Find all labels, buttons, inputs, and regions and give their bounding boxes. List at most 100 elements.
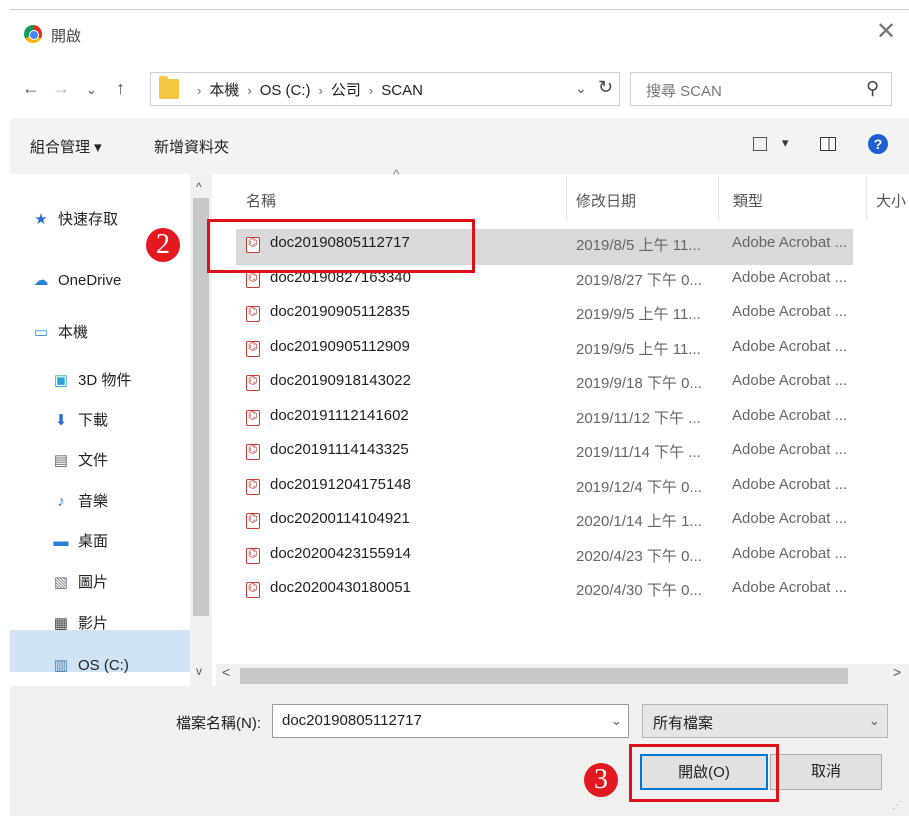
- file-modified-date: 2020/4/30 下午 0...: [576, 582, 702, 599]
- file-modified-date: 2020/4/23 下午 0...: [576, 547, 702, 565]
- file-row[interactable]: doc20200423155914 2020/4/23 下午 0... Adobe …: [246, 543, 856, 573]
- file-modified-date: 2019/11/12 下午 ...: [576, 409, 701, 427]
- sidebar-item-label: OS (C:): [78, 657, 129, 674]
- organize-button[interactable]: 組合管理 ▾: [30, 136, 102, 157]
- filename-input[interactable]: doc20190805112717 ⌄: [272, 704, 629, 738]
- sidebar-item-label: 快速存取: [58, 211, 119, 228]
- file-name: doc20191114143325: [270, 441, 409, 458]
- file-modified-date: 2019/8/27 下午 0...: [576, 271, 702, 289]
- chrome-icon: [24, 25, 42, 43]
- file-name: doc20200423155914: [270, 544, 411, 562]
- sidebar-item-videos[interactable]: ▦ 影片: [50, 612, 108, 636]
- file-name: doc20191204175148: [270, 475, 411, 493]
- column-header-size[interactable]: 大小: [876, 190, 909, 211]
- file-row[interactable]: doc20190918143022 2019/9/18 下午 0... Adobe …: [246, 370, 856, 400]
- file-type: Adobe Acrobat ...: [732, 510, 848, 527]
- pictures-icon: ▧: [53, 574, 69, 591]
- sidebar-item-documents[interactable]: ▤ 文件: [50, 449, 108, 473]
- pdf-file-icon: [246, 547, 260, 564]
- horizontal-scrollbar-thumb[interactable]: [240, 668, 848, 684]
- filename-value: doc20190805112717: [282, 712, 422, 729]
- search-icon[interactable]: ⚲: [866, 78, 879, 99]
- sidebar-item-pictures[interactable]: ▧ 圖片: [50, 571, 108, 595]
- scroll-left-icon[interactable]: <: [222, 664, 230, 680]
- file-row[interactable]: doc20200430180051 2020/4/30 下午 0... Adobe …: [246, 577, 856, 607]
- file-name: doc20200114104921: [270, 510, 410, 527]
- breadcrumb-item-company[interactable]: 公司: [331, 82, 361, 99]
- step-3-badge: 3: [584, 763, 618, 797]
- pdf-file-icon: [246, 340, 260, 357]
- file-type: Adobe Acrobat ...: [732, 544, 848, 562]
- column-separator[interactable]: [718, 176, 719, 220]
- highlight-box-step-3: [629, 744, 779, 802]
- address-dropdown-icon[interactable]: ⌄: [575, 80, 587, 97]
- file-name: doc20190905112835: [270, 303, 410, 320]
- view-options-icon[interactable]: [753, 137, 767, 151]
- sidebar-item-music[interactable]: ♪ 音樂: [50, 490, 108, 514]
- file-type: Adobe Acrobat ...: [732, 372, 848, 389]
- column-separator[interactable]: [866, 176, 867, 220]
- file-row[interactable]: doc20191112141602 2019/11/12 下午 ... Adobe …: [246, 405, 856, 435]
- file-type: Adobe Acrobat ...: [732, 337, 848, 355]
- column-header-type[interactable]: 類型: [733, 190, 763, 211]
- file-row[interactable]: doc20190905112835 2019/9/5 上午 11... Adobe …: [246, 301, 856, 331]
- view-dropdown-icon[interactable]: ▾: [782, 135, 789, 151]
- 3d-objects-icon: ▣: [53, 372, 69, 389]
- file-name: doc20191112141602: [270, 406, 409, 424]
- sidebar-item-label: OneDrive: [58, 272, 122, 289]
- file-modified-date: 2019/8/5 上午 11...: [576, 237, 701, 254]
- scroll-right-icon[interactable]: >: [893, 664, 901, 680]
- drive-c-icon: ▥: [53, 657, 69, 674]
- onedrive-icon: ☁: [33, 272, 49, 289]
- recent-locations-chevron-icon[interactable]: ⌄: [86, 82, 97, 98]
- filetype-select[interactable]: 所有檔案 ⌄: [642, 704, 888, 738]
- column-header-date[interactable]: 修改日期: [576, 190, 636, 211]
- sidebar-item-desktop[interactable]: ▬ 桌面: [50, 530, 109, 554]
- filename-dropdown-icon[interactable]: ⌄: [611, 713, 622, 729]
- sidebar-item-this-pc[interactable]: ▭ 本機: [30, 321, 88, 345]
- new-folder-button[interactable]: 新增資料夾: [154, 136, 229, 157]
- highlight-box-step-2: [207, 219, 475, 273]
- column-header-name[interactable]: 名稱: [246, 190, 276, 211]
- pdf-file-icon: [246, 305, 260, 322]
- music-icon: ♪: [57, 493, 65, 510]
- breadcrumb-item-drive[interactable]: OS (C:): [260, 82, 311, 99]
- file-row[interactable]: doc20200114104921 2020/1/14 上午 1... Adobe …: [246, 508, 856, 538]
- search-input[interactable]: 搜尋 SCAN ⚲: [630, 72, 892, 106]
- up-arrow-icon[interactable]: ↑: [116, 78, 125, 99]
- toolbar: [10, 118, 909, 174]
- breadcrumb-item-this-pc[interactable]: 本機: [209, 82, 239, 99]
- column-separator[interactable]: [566, 176, 567, 220]
- file-type: Adobe Acrobat ...: [732, 475, 848, 493]
- resize-grip-icon[interactable]: ⋰: [892, 800, 902, 811]
- refresh-icon[interactable]: ↻: [598, 77, 613, 98]
- sidebar-item-label: 音樂: [78, 493, 109, 510]
- sidebar-item-drive-c[interactable]: ▥ OS (C:): [50, 654, 129, 678]
- file-type: Adobe Acrobat ...: [732, 234, 848, 251]
- pdf-file-icon: [246, 443, 260, 460]
- sidebar-item-quick-access[interactable]: ★ 快速存取: [30, 208, 118, 232]
- file-row[interactable]: doc20191114143325 2019/11/14 下午 ... Adobe …: [246, 439, 856, 469]
- folder-icon: [159, 76, 179, 99]
- sidebar-item-onedrive[interactable]: ☁ OneDrive: [30, 269, 122, 293]
- sidebar-item-3d-objects[interactable]: ▣ 3D 物件: [50, 369, 131, 393]
- pdf-file-icon: [246, 374, 260, 391]
- sidebar-item-downloads[interactable]: ⬇ 下載: [50, 409, 108, 433]
- preview-pane-icon[interactable]: [820, 137, 836, 151]
- forward-arrow-icon[interactable]: →: [52, 78, 70, 99]
- breadcrumb-separator: ›: [368, 83, 374, 98]
- file-modified-date: 2019/9/5 上午 11...: [576, 340, 701, 358]
- nav-scroll-down-icon[interactable]: v: [196, 664, 202, 678]
- filetype-dropdown-icon[interactable]: ⌄: [869, 713, 880, 729]
- help-icon[interactable]: ?: [868, 134, 888, 154]
- file-row[interactable]: doc20190905112909 2019/9/5 上午 11... Adobe …: [246, 336, 856, 366]
- sidebar-item-label: 圖片: [78, 574, 109, 591]
- nav-scroll-up-icon[interactable]: ^: [196, 180, 202, 194]
- cancel-button[interactable]: 取消: [770, 754, 882, 790]
- file-name: doc20200430180051: [270, 579, 411, 596]
- breadcrumb-item-scan[interactable]: SCAN: [381, 82, 423, 99]
- file-row[interactable]: doc20191204175148 2019/12/4 下午 0... Adobe …: [246, 474, 856, 504]
- back-arrow-icon[interactable]: ←: [22, 78, 40, 99]
- close-icon[interactable]: ✕: [872, 18, 900, 46]
- address-bar[interactable]: › 本機 › OS (C:) › 公司 › SCAN: [150, 72, 620, 106]
